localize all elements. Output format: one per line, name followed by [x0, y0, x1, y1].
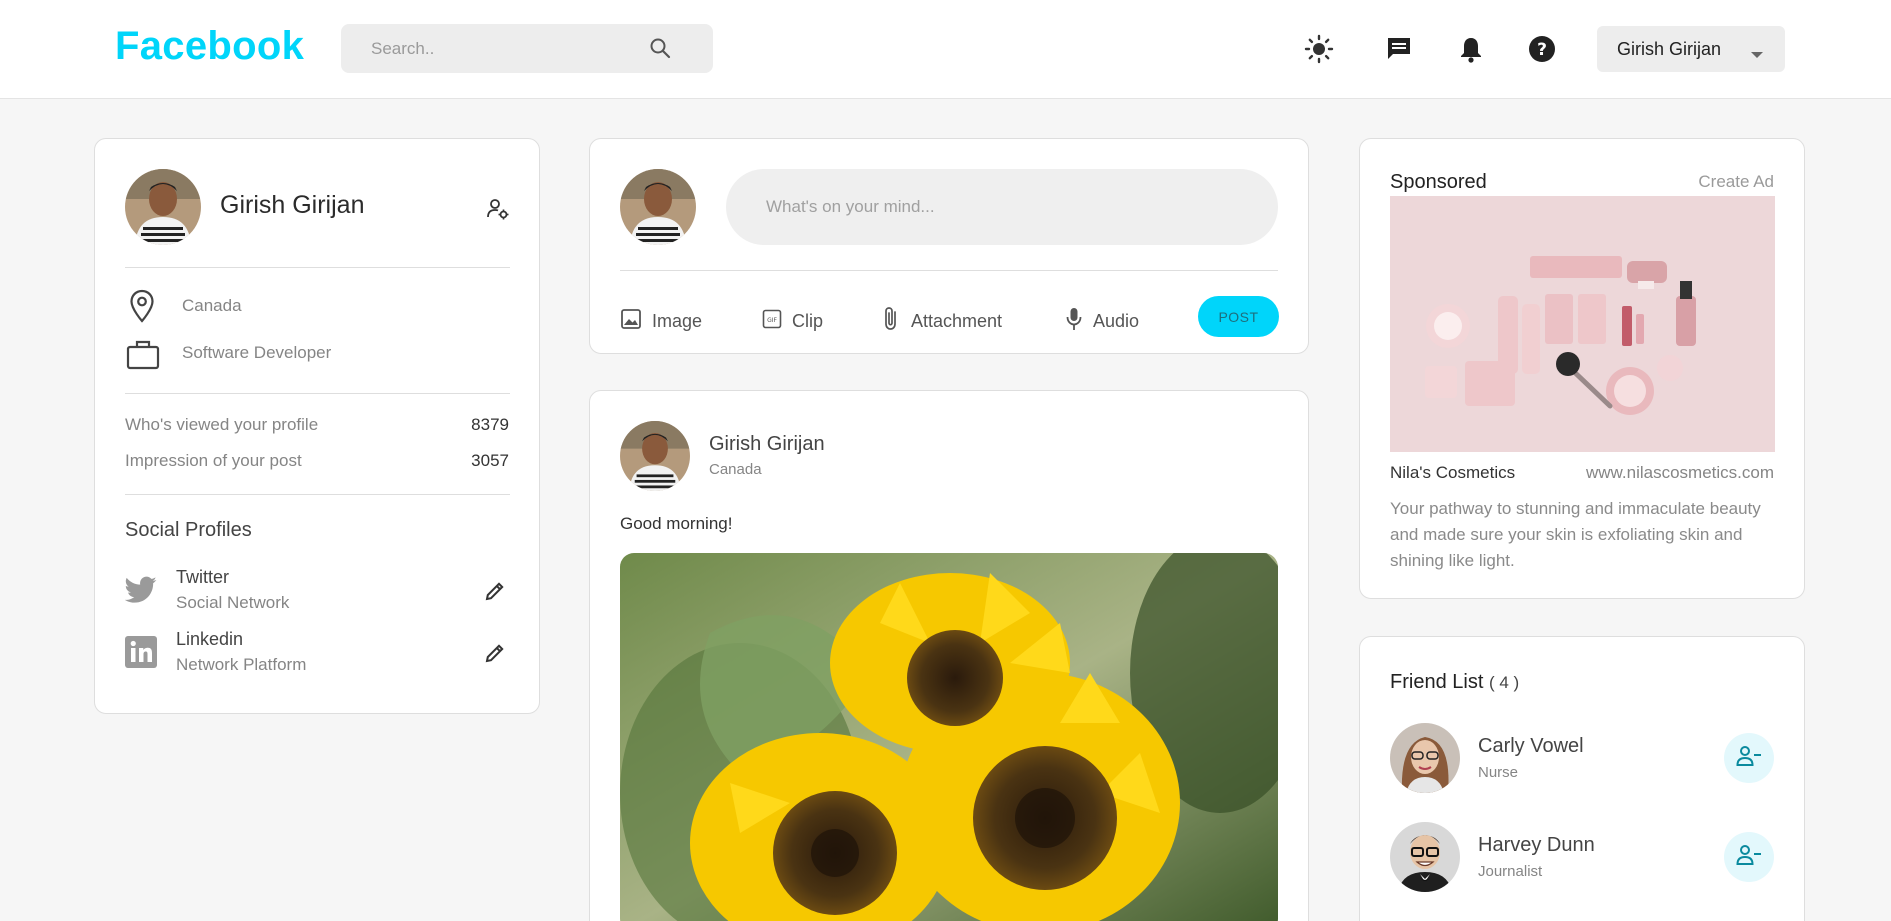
ad-description: Your pathway to stunning and immaculate …	[1390, 499, 1761, 570]
add-clip-button[interactable]: GIF Clip	[762, 306, 823, 336]
help-icon[interactable]: ?	[1526, 33, 1558, 65]
user-dropdown-label: Girish Girijan	[1617, 39, 1722, 59]
add-audio-label: Audio	[1093, 310, 1140, 331]
linkedin-icon[interactable]	[125, 636, 157, 673]
social-linkedin-name[interactable]: Linkedin	[176, 629, 243, 650]
social-profiles-heading: Social Profiles	[125, 519, 252, 541]
divider	[125, 494, 510, 495]
friend-role: Journalist	[1478, 863, 1543, 880]
edit-twitter-icon[interactable]	[484, 580, 506, 607]
composer-avatar	[620, 169, 696, 245]
location-icon	[129, 289, 155, 328]
image-icon	[620, 308, 642, 335]
stat-value-profile-views: 8379	[471, 415, 509, 434]
social-twitter-sub: Social Network	[176, 593, 290, 612]
brand-logo[interactable]: Facebook	[115, 24, 304, 69]
manage-account-icon[interactable]	[486, 197, 510, 226]
social-twitter-name[interactable]: Twitter	[176, 567, 229, 588]
profile-card: Girish Girijan Canada Software Developer…	[94, 138, 540, 714]
divider	[620, 270, 1278, 271]
divider	[125, 267, 510, 268]
search-input[interactable]	[341, 24, 641, 73]
ad-company-name[interactable]: Nila's Cosmetics	[1390, 463, 1515, 483]
add-attachment-button[interactable]: Attachment	[881, 306, 1002, 336]
twitter-icon[interactable]	[124, 576, 157, 609]
svg-text:?: ?	[1537, 40, 1547, 60]
search-icon[interactable]	[648, 36, 672, 65]
attachment-icon	[881, 306, 901, 337]
post-text: Good morning!	[620, 514, 733, 533]
notifications-icon[interactable]	[1455, 33, 1487, 65]
post-image[interactable]	[620, 553, 1278, 921]
person-remove-icon	[1736, 844, 1762, 871]
svg-text:GIF: GIF	[767, 317, 777, 324]
post-author-location: Canada	[709, 461, 762, 478]
sponsored-title: Sponsored	[1390, 171, 1487, 193]
caret-down-icon	[1750, 46, 1764, 64]
profile-avatar[interactable]	[125, 169, 201, 245]
friend-name[interactable]: Carly Vowel	[1478, 735, 1584, 758]
friend-list-heading: Friend List ( 4 )	[1390, 671, 1519, 694]
feed-post-card: Girish Girijan Canada Good morning!	[589, 390, 1309, 921]
post-author-avatar[interactable]	[620, 421, 690, 491]
stat-label-profile-views: Who's viewed your profile	[125, 415, 319, 434]
friend-list-title: Friend List	[1390, 671, 1484, 693]
ad-website-link[interactable]: www.nilascosmetics.com	[1586, 463, 1774, 483]
friend-avatar[interactable]	[1390, 822, 1460, 892]
profile-location: Canada	[182, 296, 242, 315]
ad-image[interactable]	[1390, 196, 1775, 452]
stat-value-post-impressions: 3057	[471, 451, 509, 470]
friend-list-card: Friend List ( 4 ) Carly Vowel Nurse Harv…	[1359, 636, 1805, 921]
sponsored-card: Sponsored Create Ad Nila's Cosmetics www…	[1359, 138, 1805, 599]
user-dropdown[interactable]: Girish Girijan	[1597, 26, 1785, 72]
post-button[interactable]: POST	[1198, 296, 1279, 337]
friend-name[interactable]: Harvey Dunn	[1478, 834, 1595, 857]
light-mode-icon[interactable]	[1303, 33, 1335, 65]
social-linkedin-sub: Network Platform	[176, 655, 307, 674]
profile-name[interactable]: Girish Girijan	[220, 191, 364, 220]
microphone-icon	[1065, 306, 1083, 337]
post-composer-card: Image GIF Clip Attachment Audio POST	[589, 138, 1309, 354]
briefcase-icon	[126, 338, 160, 375]
remove-friend-button[interactable]	[1724, 832, 1774, 882]
divider	[125, 393, 510, 394]
stat-label-post-impressions: Impression of your post	[125, 451, 302, 470]
composer-input[interactable]	[726, 169, 1278, 245]
add-audio-button[interactable]: Audio	[1065, 306, 1139, 336]
add-clip-label: Clip	[792, 310, 824, 331]
remove-friend-button[interactable]	[1724, 733, 1774, 783]
add-image-button[interactable]: Image	[620, 306, 702, 336]
gif-icon: GIF	[762, 309, 782, 334]
profile-occupation: Software Developer	[182, 343, 332, 362]
edit-linkedin-icon[interactable]	[484, 642, 506, 669]
friend-role: Nurse	[1478, 764, 1519, 781]
friend-count: ( 4 )	[1488, 673, 1520, 692]
add-attachment-label: Attachment	[911, 310, 1003, 331]
add-image-label: Image	[652, 310, 703, 331]
person-remove-icon	[1736, 745, 1762, 772]
post-author-name[interactable]: Girish Girijan	[709, 433, 825, 456]
top-navbar: Facebook ? Girish Girijan	[0, 0, 1891, 99]
friend-avatar[interactable]	[1390, 723, 1460, 793]
create-ad-link[interactable]: Create Ad	[1698, 172, 1774, 192]
messages-icon[interactable]	[1383, 33, 1415, 65]
